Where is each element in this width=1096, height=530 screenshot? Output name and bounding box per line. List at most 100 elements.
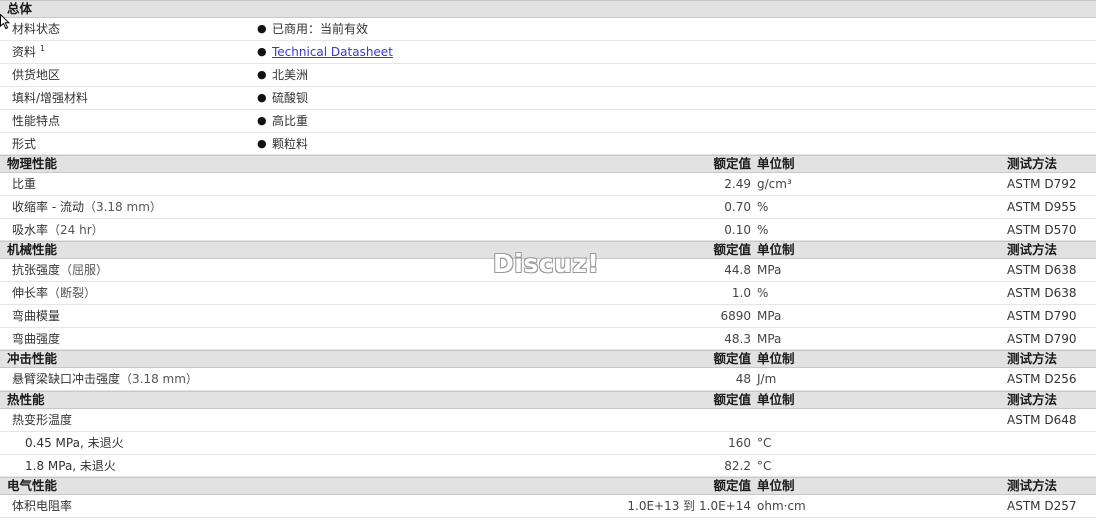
general-row-docs: 资料 1 ● Technical Datasheet — [0, 41, 1096, 64]
column-method: 测试方法 — [1007, 478, 1058, 493]
column-nominal: 额定值 — [713, 156, 751, 171]
row-unit: % — [757, 200, 769, 214]
row-label: 供货地区 — [12, 68, 61, 82]
column-unit: 单位制 — [757, 242, 795, 257]
row-value: 160 — [728, 436, 751, 450]
column-method: 测试方法 — [1007, 242, 1058, 257]
row-label: 弯曲模量 — [12, 309, 61, 323]
row-unit: MPa — [757, 309, 782, 323]
column-method: 测试方法 — [1007, 392, 1058, 407]
row-value: 1.0E+13 到 1.0E+14 — [627, 499, 751, 513]
row-label: 填料/增强材料 — [12, 91, 89, 105]
table-row: 伸长率（断裂） 1.0 % ASTM D638 — [0, 282, 1096, 305]
bullet-icon: ● — [257, 114, 267, 127]
row-method: ASTM D256 — [1007, 372, 1077, 386]
row-value: 颗粒料 — [272, 136, 309, 151]
row-label: 性能特点 — [12, 114, 61, 128]
table-row: 悬臂梁缺口冲击强度（3.18 mm） 48 J/m ASTM D256 — [0, 368, 1096, 391]
row-value: 6890 — [720, 309, 751, 323]
section-title: 机械性能 — [7, 242, 58, 257]
row-method: ASTM D792 — [1007, 177, 1077, 191]
section-impact-header: 冲击性能 额定值 单位制 测试方法 — [0, 350, 1096, 368]
column-method: 测试方法 — [1007, 156, 1058, 171]
row-value: 北美洲 — [272, 68, 309, 82]
column-method: 测试方法 — [1007, 351, 1058, 366]
bullet-icon: ● — [257, 91, 267, 104]
row-value: 已商用：当前有效 — [272, 22, 369, 36]
row-value: 硫酸钡 — [272, 91, 309, 105]
row-unit: g/cm³ — [757, 177, 792, 191]
section-title: 热性能 — [7, 392, 45, 407]
row-value: 82.2 — [724, 458, 751, 473]
row-value: 1.0 — [731, 286, 751, 300]
general-row-region: 供货地区 ● 北美洲 — [0, 64, 1096, 87]
row-method: ASTM D790 — [1007, 331, 1077, 346]
column-nominal: 额定值 — [713, 351, 751, 366]
section-title: 电气性能 — [7, 478, 58, 493]
row-label: 悬臂梁缺口冲击强度（3.18 mm） — [12, 372, 198, 386]
section-electrical-header: 电气性能 额定值 单位制 测试方法 — [0, 477, 1096, 495]
row-unit: J/m — [757, 372, 777, 386]
section-title: 冲击性能 — [7, 351, 58, 366]
row-label: 吸水率（24 hr） — [12, 222, 104, 237]
section-thermal-header: 热性能 额定值 单位制 测试方法 — [0, 391, 1096, 409]
row-label: 热变形温度 — [12, 413, 73, 427]
row-value: 48.3 — [724, 331, 751, 346]
row-method: ASTM D648 — [1007, 413, 1077, 427]
column-unit: 单位制 — [757, 351, 795, 366]
row-method: ASTM D570 — [1007, 222, 1077, 237]
bullet-icon: ● — [257, 22, 267, 35]
table-row: 0.45 MPa, 未退火 160 °C — [0, 432, 1096, 455]
row-value: 48 — [735, 372, 751, 386]
row-method: ASTM D638 — [1007, 286, 1077, 300]
table-row: 热变形温度 ASTM D648 — [0, 409, 1096, 432]
row-label: 伸长率（断裂） — [12, 286, 97, 300]
table-row: 体积电阻率 1.0E+13 到 1.0E+14 ohm·cm ASTM D257 — [0, 495, 1096, 518]
row-value: 2.49 — [724, 177, 751, 191]
section-physical-header: 物理性能 额定值 单位制 测试方法 — [0, 155, 1096, 173]
row-unit: °C — [757, 458, 772, 473]
row-value: 0.70 — [724, 200, 751, 214]
row-unit: °C — [757, 436, 772, 450]
row-label: 抗张强度（屈服） — [12, 263, 109, 277]
row-unit: MPa — [757, 331, 782, 346]
row-unit: ohm·cm — [757, 499, 806, 513]
column-unit: 单位制 — [757, 478, 795, 493]
row-value: 0.10 — [724, 222, 751, 237]
row-value: 44.8 — [724, 263, 751, 277]
row-label: 0.45 MPa, 未退火 — [25, 436, 124, 450]
row-unit: % — [757, 222, 769, 237]
row-value: 高比重 — [272, 114, 309, 128]
bullet-icon: ● — [257, 45, 267, 58]
row-label: 1.8 MPa, 未退火 — [25, 458, 116, 473]
section-title: 总体 — [7, 1, 33, 16]
mouse-cursor-icon — [0, 14, 10, 30]
column-unit: 单位制 — [757, 156, 795, 171]
general-row-filler: 填料/增强材料 ● 硫酸钡 — [0, 87, 1096, 110]
watermark: Discuz! — [493, 249, 600, 278]
row-unit: % — [757, 286, 769, 300]
column-nominal: 额定值 — [713, 392, 751, 407]
row-label: 体积电阻率 — [12, 499, 73, 513]
row-label: 比重 — [12, 177, 37, 191]
section-general-header: 总体 — [0, 0, 1096, 18]
bullet-icon: ● — [257, 68, 267, 81]
technical-datasheet-link[interactable]: Technical Datasheet — [272, 45, 393, 59]
table-row: 弯曲强度 48.3 MPa ASTM D790 — [0, 328, 1096, 350]
footnote-marker: 1 — [39, 44, 45, 53]
row-method: ASTM D257 — [1007, 499, 1077, 513]
row-method: ASTM D955 — [1007, 200, 1077, 214]
table-row: 弯曲模量 6890 MPa ASTM D790 — [0, 305, 1096, 328]
section-title: 物理性能 — [7, 156, 58, 171]
column-nominal: 额定值 — [713, 242, 751, 257]
table-row: 比重 2.49 g/cm³ ASTM D792 — [0, 173, 1096, 196]
column-nominal: 额定值 — [713, 478, 751, 493]
table-row: 吸水率（24 hr） 0.10 % ASTM D570 — [0, 219, 1096, 241]
table-row: 1.8 MPa, 未退火 82.2 °C — [0, 455, 1096, 477]
bullet-icon: ● — [257, 136, 267, 150]
general-row-status: 材料状态 ● 已商用：当前有效 — [0, 18, 1096, 41]
row-method: ASTM D638 — [1007, 263, 1077, 277]
general-row-features: 性能特点 ● 高比重 — [0, 110, 1096, 133]
row-label: 形式 — [12, 136, 37, 151]
table-row: 收缩率 - 流动（3.18 mm） 0.70 % ASTM D955 — [0, 196, 1096, 219]
